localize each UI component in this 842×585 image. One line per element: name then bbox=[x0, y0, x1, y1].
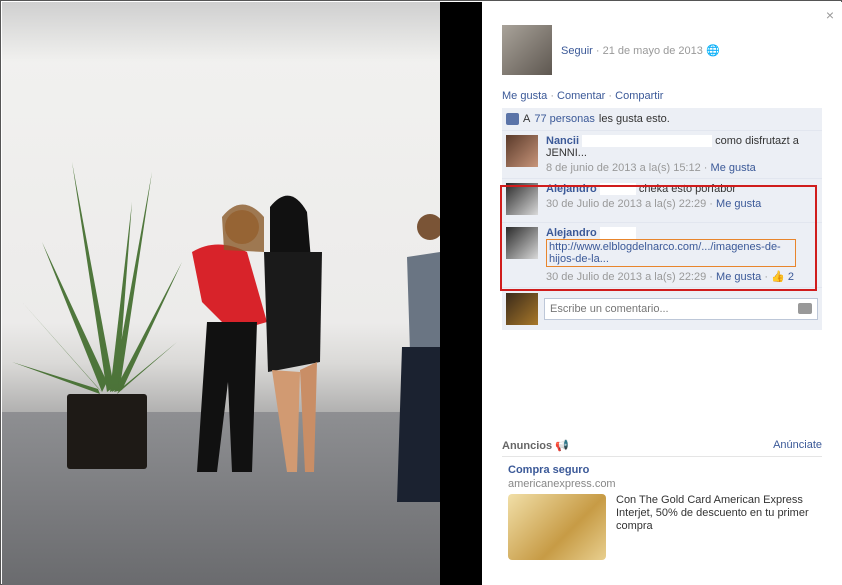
comment-time[interactable]: 8 de junio de 2013 a la(s) 15:12 bbox=[546, 162, 701, 174]
commenter-avatar[interactable] bbox=[506, 183, 538, 216]
comment-like-count[interactable]: 👍 2 bbox=[771, 271, 794, 283]
comment-input[interactable]: Escribe un comentario... bbox=[544, 298, 818, 321]
comment-item: Alejandro http://www.elblogdelnarco.com/… bbox=[502, 223, 822, 289]
comment-url[interactable]: http://www.elblogdelnarco.com/.../imagen… bbox=[549, 241, 781, 265]
thumbs-up-icon bbox=[506, 113, 519, 125]
commenter-avatar[interactable] bbox=[506, 135, 538, 167]
comment-meta: 8 de junio de 2013 a la(s) 15:12 · Me gu… bbox=[546, 162, 818, 174]
comment-placeholder: Escribe un comentario... bbox=[550, 303, 669, 316]
share-link[interactable]: Compartir bbox=[615, 90, 663, 102]
comment-text: cheka esto porfabor bbox=[638, 183, 737, 196]
create-ad-link[interactable]: Anúnciate bbox=[773, 439, 822, 452]
comment-link[interactable]: Comentar bbox=[557, 90, 605, 102]
comment-like-link[interactable]: Me gusta bbox=[711, 162, 756, 174]
likes-suffix: les gusta esto. bbox=[598, 113, 670, 125]
like-link[interactable]: Me gusta bbox=[502, 90, 547, 102]
camera-icon[interactable] bbox=[798, 303, 812, 315]
redacted-name bbox=[599, 227, 636, 240]
comment-time[interactable]: 30 de Julio de 2013 a la(s) 22:29 bbox=[546, 198, 706, 210]
ad-title[interactable]: Compra seguro bbox=[508, 464, 589, 476]
megaphone-icon: 📢 bbox=[555, 440, 569, 452]
meta-separator: · bbox=[703, 162, 711, 175]
comment-body: Nancii como disfrutazt a JENNI... bbox=[546, 135, 818, 159]
ads-label: Anuncios bbox=[502, 440, 553, 452]
comment-item: Nancii como disfrutazt a JENNI... 8 de j… bbox=[502, 131, 822, 180]
comment-composer: Escribe un comentario... bbox=[502, 288, 822, 330]
comment-author[interactable]: Alejandro bbox=[546, 227, 597, 239]
comment-author[interactable]: Alejandro bbox=[546, 183, 597, 195]
viewer-avatar bbox=[506, 293, 538, 326]
comment-like-link[interactable]: Me gusta bbox=[716, 198, 761, 210]
plant-pot bbox=[67, 394, 147, 469]
commenter-avatar[interactable] bbox=[506, 227, 538, 260]
like-count-value: 2 bbox=[787, 271, 794, 284]
owner-avatar[interactable] bbox=[502, 25, 552, 75]
post-meta: Seguir · 21 de mayo de 2013 🌐 bbox=[561, 44, 720, 57]
comment-link-highlight: http://www.elblogdelnarco.com/.../imagen… bbox=[546, 239, 796, 268]
photo bbox=[2, 2, 440, 585]
ads-title: Anuncios 📢 bbox=[502, 439, 569, 452]
comment-body: Alejandro bbox=[546, 227, 818, 240]
likes-count-link[interactable]: 77 personas bbox=[534, 113, 595, 125]
comment-body: Alejandro cheka esto porfabor bbox=[546, 183, 818, 196]
post-actions: Me gusta · Comentar · Compartir bbox=[502, 90, 663, 102]
ad-image[interactable] bbox=[508, 494, 606, 560]
redacted-name bbox=[582, 135, 713, 148]
post-date[interactable]: 21 de mayo de 2013 bbox=[603, 45, 703, 57]
photo-stage[interactable] bbox=[2, 2, 482, 585]
meta-separator: · bbox=[595, 45, 603, 57]
follow-link[interactable]: Seguir bbox=[561, 45, 593, 57]
ads-header: Anuncios 📢 Anúnciate bbox=[502, 439, 822, 457]
likes-summary: A 77 personas les gusta esto. bbox=[502, 108, 822, 131]
comment-meta: 30 de Julio de 2013 a la(s) 22:29 · Me g… bbox=[546, 270, 818, 283]
side-panel: × Seguir · 21 de mayo de 2013 🌐 Me gusta… bbox=[482, 2, 842, 585]
photo-viewer: × Seguir · 21 de mayo de 2013 🌐 Me gusta… bbox=[0, 0, 842, 585]
feedback-box: A 77 personas les gusta esto. Nancii com… bbox=[500, 108, 822, 331]
comment-like-link[interactable]: Me gusta bbox=[716, 271, 761, 283]
photo-scene bbox=[12, 162, 440, 502]
comment-meta: 30 de Julio de 2013 a la(s) 22:29 · Me g… bbox=[546, 198, 818, 210]
likes-prefix: A bbox=[523, 113, 531, 125]
comment-author[interactable]: Nancii bbox=[546, 135, 579, 147]
ad-domain: americanexpress.com bbox=[508, 478, 616, 490]
close-icon[interactable]: × bbox=[826, 7, 834, 23]
globe-icon: 🌐 bbox=[705, 45, 720, 57]
ad-body[interactable]: Con The Gold Card American Express Inter… bbox=[616, 494, 820, 533]
comment-time[interactable]: 30 de Julio de 2013 a la(s) 22:29 bbox=[546, 271, 706, 283]
redacted-name bbox=[599, 183, 636, 196]
comment-item: Alejandro cheka esto porfabor 30 de Juli… bbox=[502, 179, 822, 224]
